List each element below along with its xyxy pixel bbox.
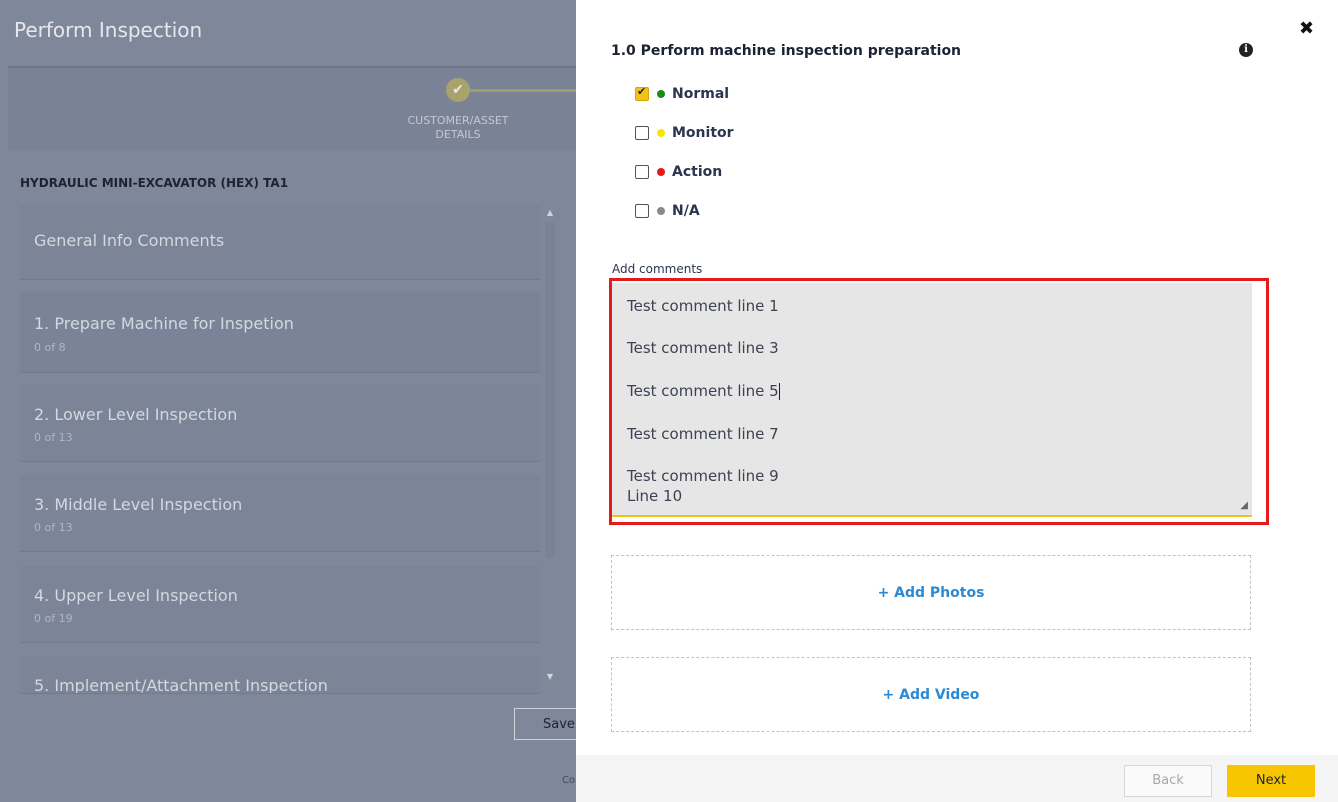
- section-card-title: 4. Upper Level Inspection: [34, 586, 238, 605]
- status-dot-gray-icon: [657, 207, 665, 215]
- status-dot-green-icon: [657, 90, 665, 98]
- option-label: N/A: [672, 203, 700, 219]
- page-title: Perform Inspection: [14, 18, 203, 42]
- section-card-prepare-machine[interactable]: 1. Prepare Machine for Inspetion 0 of 8: [20, 292, 540, 373]
- status-dot-yellow-icon: [657, 129, 665, 137]
- section-card-implement[interactable]: 5. Implement/Attachment Inspection: [20, 657, 540, 694]
- status-dot-red-icon: [657, 168, 665, 176]
- highlight-box: [609, 278, 1269, 525]
- section-card-general-info[interactable]: General Info Comments: [20, 205, 540, 280]
- option-label: Normal: [672, 86, 730, 102]
- section-card-lower-level[interactable]: 2. Lower Level Inspection 0 of 13: [20, 385, 540, 462]
- scroll-up-icon[interactable]: ▲: [545, 208, 555, 217]
- checkbox-na[interactable]: [635, 204, 649, 218]
- section-card-title: 1. Prepare Machine for Inspetion: [34, 314, 294, 333]
- step-complete-indicator: ✔: [446, 78, 470, 102]
- scrollbar-thumb[interactable]: [545, 222, 555, 558]
- step-label: CUSTOMER/ASSET DETAILS: [394, 114, 522, 142]
- machine-title: HYDRAULIC MINI-EXCAVATOR (HEX) TA1: [20, 176, 289, 190]
- next-button[interactable]: Next: [1227, 765, 1315, 797]
- section-card-progress: 0 of 8: [34, 341, 66, 354]
- section-card-progress: 0 of 19: [34, 612, 73, 625]
- option-monitor[interactable]: Monitor: [635, 123, 734, 143]
- inspection-question-panel: ✖ 1.0 Perform machine inspection prepara…: [576, 0, 1338, 802]
- checkbox-normal[interactable]: [635, 85, 649, 101]
- section-card-title: 5. Implement/Attachment Inspection: [34, 676, 328, 694]
- section-card-upper-level[interactable]: 4. Upper Level Inspection 0 of 19: [20, 566, 540, 643]
- checkbox-monitor[interactable]: [635, 126, 649, 140]
- add-photos-dropzone[interactable]: + Add Photos: [611, 555, 1251, 630]
- question-title: 1.0 Perform machine inspection preparati…: [611, 43, 962, 59]
- section-card-title: 2. Lower Level Inspection: [34, 405, 238, 424]
- checkbox-action[interactable]: [635, 165, 649, 179]
- section-card-progress: 0 of 13: [34, 431, 73, 444]
- section-card-title: 3. Middle Level Inspection: [34, 495, 243, 514]
- background-app: Perform Inspection ✔ CUSTOMER/ASSET DETA…: [0, 0, 576, 802]
- add-video-link[interactable]: + Add Video: [883, 687, 980, 703]
- option-na[interactable]: N/A: [635, 201, 700, 221]
- comments-label: Add comments: [612, 262, 703, 276]
- back-button[interactable]: Back: [1124, 765, 1212, 797]
- add-video-dropzone[interactable]: + Add Video: [611, 657, 1251, 732]
- save-button[interactable]: Save: [514, 708, 576, 740]
- option-normal[interactable]: Normal: [635, 84, 729, 104]
- step-connector: [470, 89, 576, 92]
- option-label: Action: [672, 164, 723, 180]
- checkmark-icon: ✔: [452, 82, 464, 98]
- scroll-down-icon[interactable]: ▼: [545, 672, 555, 681]
- option-label: Monitor: [672, 125, 734, 141]
- footer-bar: [576, 755, 1338, 802]
- section-card-title: General Info Comments: [34, 231, 225, 250]
- option-action[interactable]: Action: [635, 162, 722, 182]
- section-card-progress: 0 of 13: [34, 521, 73, 534]
- step-label-text: CUSTOMER/ASSET DETAILS: [407, 114, 509, 141]
- close-icon[interactable]: ✖: [1299, 18, 1314, 39]
- footer-text-fragment: Co: [562, 775, 576, 786]
- add-photos-link[interactable]: + Add Photos: [878, 585, 985, 601]
- section-card-middle-level[interactable]: 3. Middle Level Inspection 0 of 13: [20, 475, 540, 552]
- info-icon[interactable]: i: [1239, 43, 1253, 57]
